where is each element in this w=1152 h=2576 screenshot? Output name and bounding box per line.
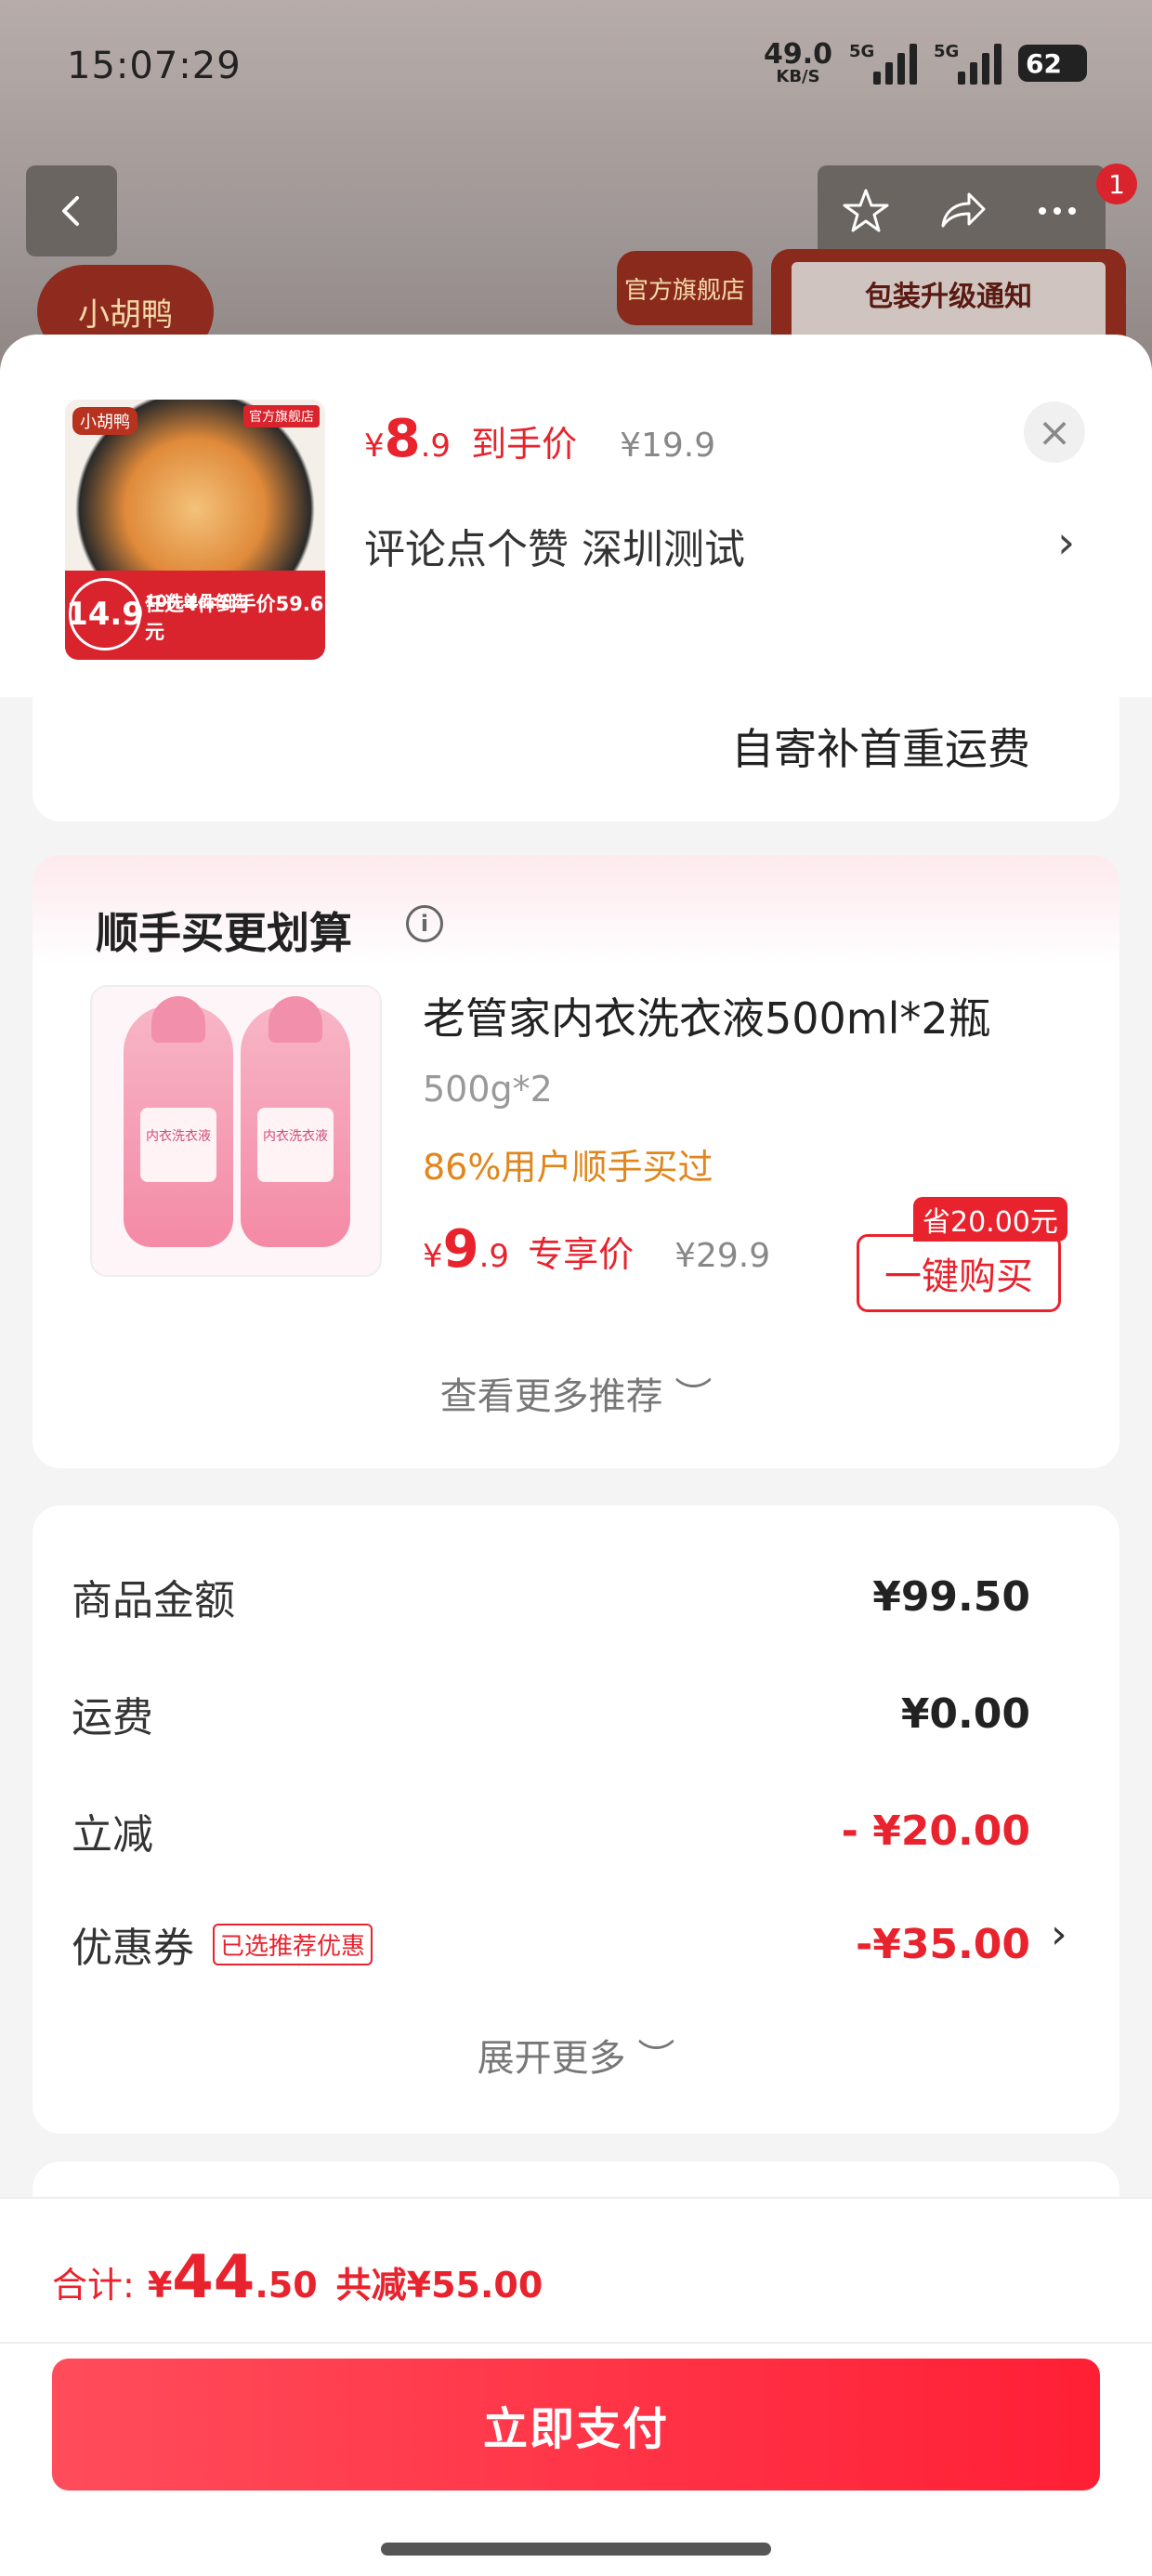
summary-value: ¥0.00 bbox=[900, 1689, 1030, 1738]
total-saved: 共减¥55.00 bbox=[335, 2265, 543, 2306]
bottle-image: 内衣洗衣液 bbox=[241, 996, 350, 1247]
notification-badge: 1 bbox=[1096, 164, 1137, 204]
summary-value: - ¥20.00 bbox=[841, 1807, 1030, 1855]
checkout-bottom-bar: 合计: ¥ 44 .50 共减¥55.00 立即支付 bbox=[0, 2197, 1152, 2576]
pay-now-button[interactable]: 立即支付 bbox=[52, 2359, 1100, 2491]
back-button[interactable] bbox=[26, 165, 117, 256]
more-recommendations-link[interactable]: 查看更多推荐 ︶ bbox=[33, 1366, 1119, 1420]
product-header: 小胡鸭 官方旗舰店 14.9 10件单品任选 任选4件到手价59.6元 ¥ 8 … bbox=[0, 335, 1152, 697]
summary-row-coupon[interactable]: 优惠券 已选推荐优惠 -¥35.00 bbox=[72, 1914, 1030, 1974]
total-decimal: .50 bbox=[255, 2265, 318, 2306]
signal-label: 5G bbox=[849, 42, 875, 61]
coupon-label-wrap: 优惠券 已选推荐优惠 bbox=[72, 1914, 373, 1974]
upsell-price-symbol: ¥ bbox=[423, 1238, 443, 1275]
thumb-logo: 小胡鸭 bbox=[72, 407, 137, 435]
price-summary-card: 商品金额 ¥99.50 运费 ¥0.00 立减 - ¥20.00 优惠券 已选推… bbox=[33, 1505, 1119, 2134]
summary-row-discount: 立减 - ¥20.00 bbox=[72, 1801, 1030, 1860]
status-indicators: 49.0 KB/S 5G 5G 62 bbox=[764, 41, 1087, 85]
signal-icon: 5G bbox=[849, 42, 917, 85]
summary-row-subtotal: 商品金额 ¥99.50 bbox=[72, 1567, 1030, 1626]
thumb-price-tag: 14.9 bbox=[66, 578, 144, 651]
summary-label: 商品金额 bbox=[72, 1577, 235, 1624]
save-amount-badge: 省20.00元 bbox=[913, 1197, 1067, 1242]
share-icon[interactable] bbox=[936, 185, 988, 237]
upsell-product-spec: 500g*2 bbox=[423, 1069, 553, 1110]
price-label: 到手价 bbox=[471, 424, 578, 465]
original-price: ¥19.9 bbox=[620, 427, 716, 465]
expand-more-link[interactable]: 展开更多 ︶ bbox=[33, 2028, 1119, 2082]
more-icon[interactable] bbox=[1031, 185, 1083, 237]
shipping-note: 自寄补首重运费 bbox=[731, 724, 1030, 774]
summary-label: 优惠券 bbox=[72, 1925, 194, 1972]
signal-label-2: 5G bbox=[934, 42, 960, 61]
total-integer: 44 bbox=[172, 2243, 255, 2312]
one-click-buy-button[interactable]: 一键购买 bbox=[857, 1234, 1061, 1312]
price-symbol: ¥ bbox=[364, 427, 385, 465]
order-total: 合计: ¥ 44 .50 共减¥55.00 bbox=[52, 2243, 543, 2312]
product-price: ¥ 8 .9 到手价 ¥19.9 bbox=[364, 409, 715, 469]
summary-value: -¥35.00 bbox=[855, 1920, 1030, 1968]
coupon-recommend-tag: 已选推荐优惠 bbox=[213, 1923, 373, 1965]
bottle-label: 内衣洗衣液 bbox=[257, 1108, 334, 1182]
status-bar: 15:07:29 49.0 KB/S 5G 5G 62 bbox=[0, 0, 1152, 139]
upsell-product-name[interactable]: 老管家内衣洗衣液500ml*2瓶 bbox=[423, 985, 991, 1046]
upsell-card: 顺手买更划算 i 内衣洗衣液 内衣洗衣液 老管家内衣洗衣液500ml*2瓶 50… bbox=[33, 855, 1119, 1468]
chevron-right-icon[interactable]: › bbox=[1051, 1911, 1067, 1958]
home-indicator[interactable] bbox=[381, 2543, 771, 2556]
product-variant[interactable]: 评论点个赞 深圳测试 bbox=[364, 516, 745, 575]
upsell-original-price: ¥29.9 bbox=[674, 1237, 771, 1275]
thumb-flagship-tag: 官方旗舰店 bbox=[243, 405, 320, 427]
summary-value: ¥99.50 bbox=[872, 1572, 1030, 1621]
nav-actions bbox=[818, 165, 1106, 256]
network-speed-value: 49.0 bbox=[763, 38, 832, 71]
network-speed: 49.0 KB/S bbox=[764, 41, 832, 85]
upsell-price-integer: 9 bbox=[442, 1219, 479, 1280]
divider bbox=[0, 2342, 1152, 2344]
info-icon[interactable]: i bbox=[406, 905, 443, 942]
product-thumbnail[interactable]: 小胡鸭 官方旗舰店 14.9 10件单品任选 任选4件到手价59.6元 bbox=[65, 400, 325, 660]
upsell-buy-rate: 86%用户顺手买过 bbox=[423, 1147, 713, 1188]
upsell-price: ¥ 9 .9 专享价 ¥29.9 bbox=[423, 1219, 770, 1280]
chevron-left-icon bbox=[62, 196, 79, 226]
summary-label: 运费 bbox=[72, 1694, 153, 1741]
upsell-price-decimal: .9 bbox=[478, 1238, 510, 1275]
close-icon: × bbox=[1037, 408, 1072, 456]
bottle-image: 内衣洗衣液 bbox=[124, 996, 233, 1247]
thumb-promo-line2: 任选4件到手价59.6元 bbox=[145, 593, 324, 643]
upsell-price-label: 专享价 bbox=[528, 1234, 635, 1275]
close-button[interactable]: × bbox=[1024, 401, 1085, 463]
shipping-card: 自寄补首重运费 bbox=[33, 697, 1119, 821]
status-time: 15:07:29 bbox=[67, 45, 242, 87]
price-decimal: .9 bbox=[420, 427, 452, 465]
upsell-title: 顺手买更划算 bbox=[96, 908, 352, 958]
price-integer: 8 bbox=[384, 409, 421, 469]
star-icon[interactable] bbox=[840, 185, 892, 237]
total-label: 合计: bbox=[52, 2265, 135, 2306]
network-speed-unit: KB/S bbox=[776, 67, 820, 86]
flagship-store-badge: 官方旗舰店 bbox=[617, 251, 753, 325]
upsell-product-image[interactable]: 内衣洗衣液 内衣洗衣液 bbox=[90, 985, 382, 1277]
battery-icon: 62 bbox=[1018, 45, 1087, 82]
chevron-right-icon[interactable]: › bbox=[1057, 517, 1075, 569]
bottle-label: 内衣洗衣液 bbox=[140, 1108, 216, 1182]
total-symbol: ¥ bbox=[147, 2265, 173, 2306]
background-page: 15:07:29 49.0 KB/S 5G 5G 62 1 小胡鸭 官方旗舰店 … bbox=[0, 0, 1152, 390]
summary-row-shipping: 运费 ¥0.00 bbox=[72, 1684, 1030, 1743]
summary-label: 立减 bbox=[72, 1811, 153, 1859]
signal-icon-2: 5G bbox=[934, 42, 1001, 85]
